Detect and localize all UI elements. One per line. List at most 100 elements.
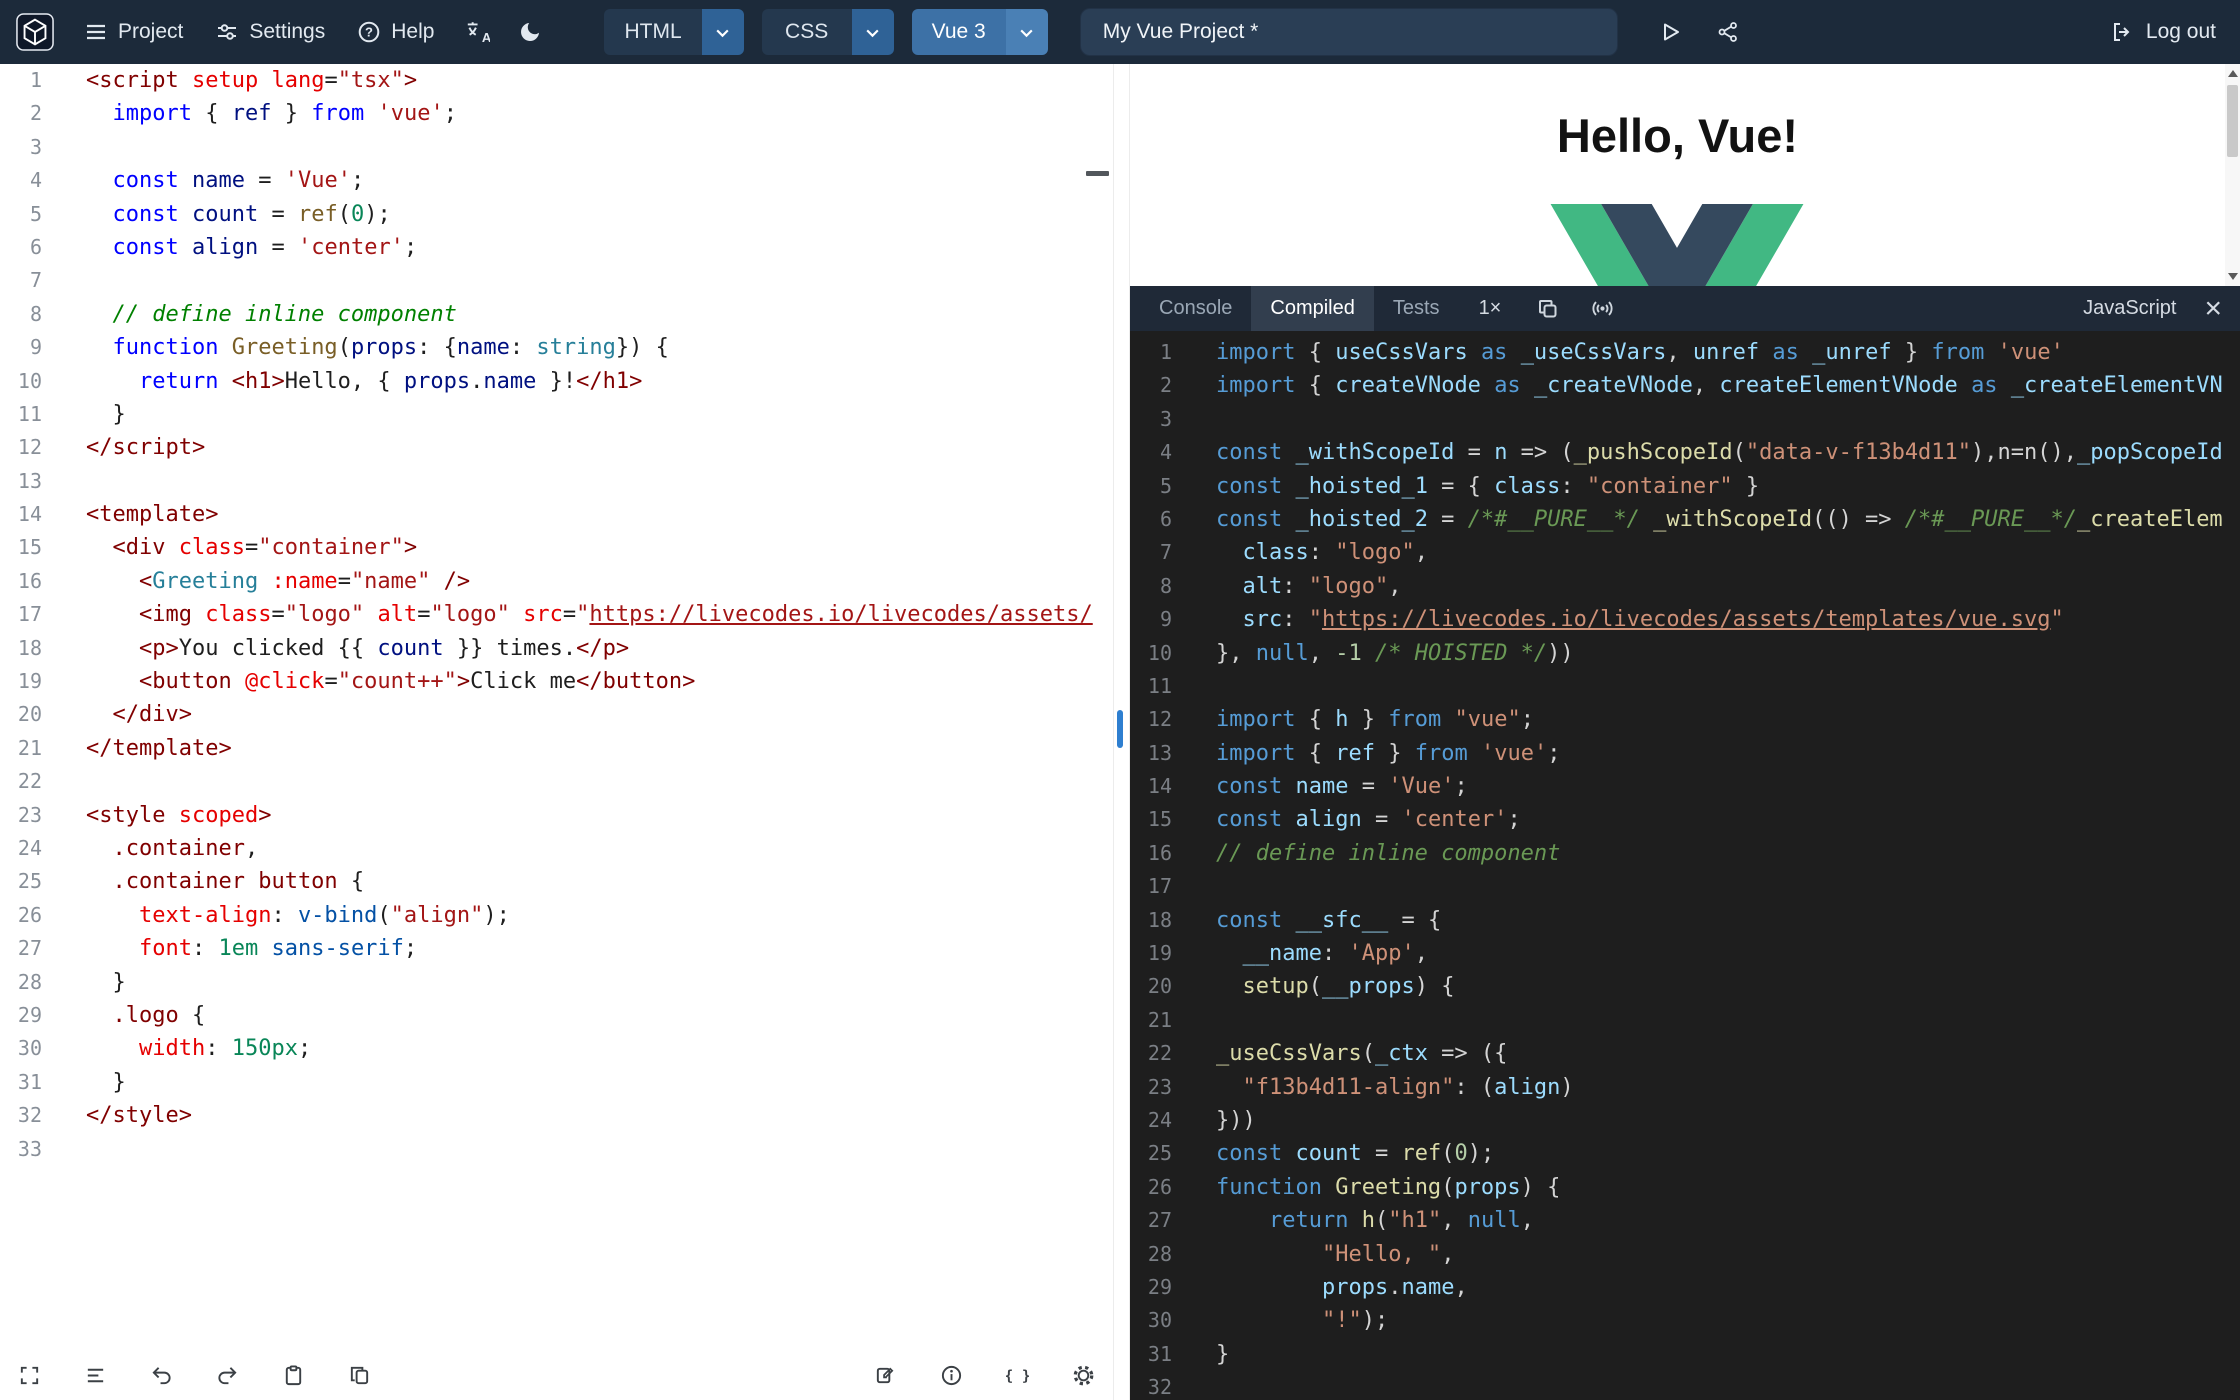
app-header: Project Settings ? Help A	[0, 0, 2240, 64]
info-icon[interactable]	[940, 1364, 963, 1387]
tab-css[interactable]: CSS	[761, 9, 894, 55]
code-line[interactable]: 2 import { ref } from 'vue';	[0, 97, 1113, 130]
line-number: 28	[1147, 1241, 1172, 1266]
code-line: 11	[1130, 670, 2240, 703]
line-number: 1	[29, 68, 42, 92]
code-line[interactable]: 9 function Greeting(props: {name: string…	[0, 331, 1113, 364]
code-line[interactable]: 26 text-align: v-bind("align");	[0, 899, 1113, 932]
code-line: 19 __name: 'App',	[1130, 937, 2240, 970]
copy-code-icon[interactable]	[348, 1364, 371, 1387]
settings-menu-button[interactable]: Settings	[201, 0, 339, 64]
chevron-down-icon[interactable]	[701, 9, 744, 55]
code-line[interactable]: 33	[0, 1133, 1113, 1166]
code-line[interactable]: 31 }	[0, 1066, 1113, 1099]
vue-editor[interactable]: 1 <script setup lang="tsx"> 2 import { ref…	[0, 64, 1113, 1350]
code-line[interactable]: 30 width: 150px;	[0, 1032, 1113, 1065]
code-line[interactable]: 6 const align = 'center';	[0, 231, 1113, 264]
code-line[interactable]: 23 <style scoped>	[0, 799, 1113, 832]
focus-icon[interactable]	[18, 1364, 41, 1387]
divider-handle[interactable]	[1117, 710, 1123, 748]
tab-console[interactable]: Console	[1140, 286, 1251, 331]
line-number: 9	[29, 335, 42, 360]
tab-html[interactable]: HTML	[604, 9, 744, 55]
code-line[interactable]: 10 return <h1>Hello, { props.name }!</h1…	[0, 365, 1113, 398]
scrollbar-up-arrow[interactable]	[2227, 70, 2238, 77]
copy-icon[interactable]	[1521, 286, 1575, 331]
code-line: 17	[1130, 870, 2240, 903]
code-line[interactable]: 7	[0, 264, 1113, 297]
undo-icon[interactable]	[150, 1364, 173, 1387]
broadcast-icon[interactable]	[1575, 286, 1630, 331]
scrollbar-down-arrow[interactable]	[2227, 273, 2238, 280]
project-title-input[interactable]: My Vue Project *	[1079, 8, 1618, 56]
line-number: 21	[17, 735, 42, 760]
code-line[interactable]: 20 </div>	[0, 698, 1113, 731]
run-button[interactable]	[1646, 0, 1694, 64]
line-number: 29	[1147, 1274, 1172, 1299]
tab-compiled[interactable]: Compiled	[1251, 286, 1374, 331]
code-line[interactable]: 28 }	[0, 966, 1113, 999]
code-line[interactable]: 24 .container,	[0, 832, 1113, 865]
livecodes-logo-icon	[16, 13, 54, 51]
line-number: 33	[17, 1136, 42, 1161]
code-line[interactable]: 3	[0, 131, 1113, 164]
code-line[interactable]: 19 <button @click="count++">Click me</bu…	[0, 665, 1113, 698]
code-line[interactable]: 14 <template>	[0, 498, 1113, 531]
code-line[interactable]: 16 <Greeting :name="name" />	[0, 565, 1113, 598]
line-number: 13	[17, 468, 42, 493]
paste-icon[interactable]	[282, 1364, 305, 1387]
chevron-down-icon[interactable]	[1005, 9, 1048, 55]
format-icon[interactable]	[84, 1364, 107, 1387]
settings-icon[interactable]	[1072, 1364, 1095, 1387]
code-line[interactable]: 22	[0, 765, 1113, 798]
chevron-down-icon[interactable]	[851, 9, 894, 55]
pane-divider[interactable]	[1113, 64, 1130, 1400]
code-line[interactable]: 13	[0, 465, 1113, 498]
redo-icon[interactable]	[216, 1364, 239, 1387]
share-button[interactable]	[1704, 0, 1752, 64]
code-line[interactable]: 18 <p>You clicked {{ count }} times.</p>	[0, 632, 1113, 665]
tab-html-label: HTML	[604, 9, 702, 55]
code-line[interactable]: 27 font: 1em sans-serif;	[0, 932, 1113, 965]
tab-vue3[interactable]: Vue 3	[911, 9, 1048, 55]
help-menu-button[interactable]: ? Help	[343, 0, 448, 64]
code-line: 23 "f13b4d11-align": (align)	[1130, 1071, 2240, 1104]
line-number: 30	[17, 1036, 42, 1061]
line-number: 8	[29, 301, 42, 326]
code-line[interactable]: 15 <div class="container">	[0, 531, 1113, 564]
code-line[interactable]: 5 const count = ref(0);	[0, 198, 1113, 231]
preview-scrollbar[interactable]	[2225, 64, 2240, 286]
code-line[interactable]: 8 // define inline component	[0, 298, 1113, 331]
code-line[interactable]: 4 const name = 'Vue';	[0, 164, 1113, 197]
line-number: 23	[17, 802, 42, 827]
close-tools-button[interactable]: ×	[2186, 286, 2240, 331]
code-line[interactable]: 25 .container button {	[0, 865, 1113, 898]
code-line[interactable]: 17 <img class="logo" alt="logo" src="htt…	[0, 598, 1113, 631]
livecodes-logo[interactable]	[16, 13, 54, 51]
code-editor-pane: 1 <script setup lang="tsx"> 2 import { ref…	[0, 64, 1113, 1400]
tab-tests[interactable]: Tests	[1374, 286, 1459, 331]
code-line: 31}	[1130, 1338, 2240, 1371]
line-number: 18	[17, 635, 42, 660]
code-line[interactable]: 21 </template>	[0, 732, 1113, 765]
braces-icon[interactable]: { }	[1006, 1364, 1029, 1387]
zoom-control[interactable]: 1×	[1459, 286, 1522, 331]
code-line[interactable]: 12 </script>	[0, 431, 1113, 464]
code-line: 5 const _hoisted_1 = { class: "container"…	[1130, 470, 2240, 503]
code-line[interactable]: 11 }	[0, 398, 1113, 431]
code-line[interactable]: 29 .logo {	[0, 999, 1113, 1032]
translate-button[interactable]: A	[452, 0, 502, 64]
code-line[interactable]: 1 <script setup lang="tsx">	[0, 64, 1113, 97]
play-icon	[1663, 23, 1679, 41]
scrollbar-thumb[interactable]	[2227, 85, 2238, 157]
dark-mode-toggle[interactable]	[506, 0, 554, 64]
line-number: 26	[17, 902, 42, 927]
code-line[interactable]: 32 </style>	[0, 1099, 1113, 1132]
logout-icon	[2113, 23, 2130, 41]
project-menu-button[interactable]: Project	[70, 0, 197, 64]
logout-button[interactable]: Log out	[2102, 20, 2224, 44]
external-editor-icon[interactable]	[874, 1364, 897, 1387]
line-number: 18	[1147, 907, 1172, 932]
code-line: 9 src: "https://livecodes.io/livecodes/a…	[1130, 603, 2240, 636]
settings-menu-label: Settings	[249, 20, 326, 43]
